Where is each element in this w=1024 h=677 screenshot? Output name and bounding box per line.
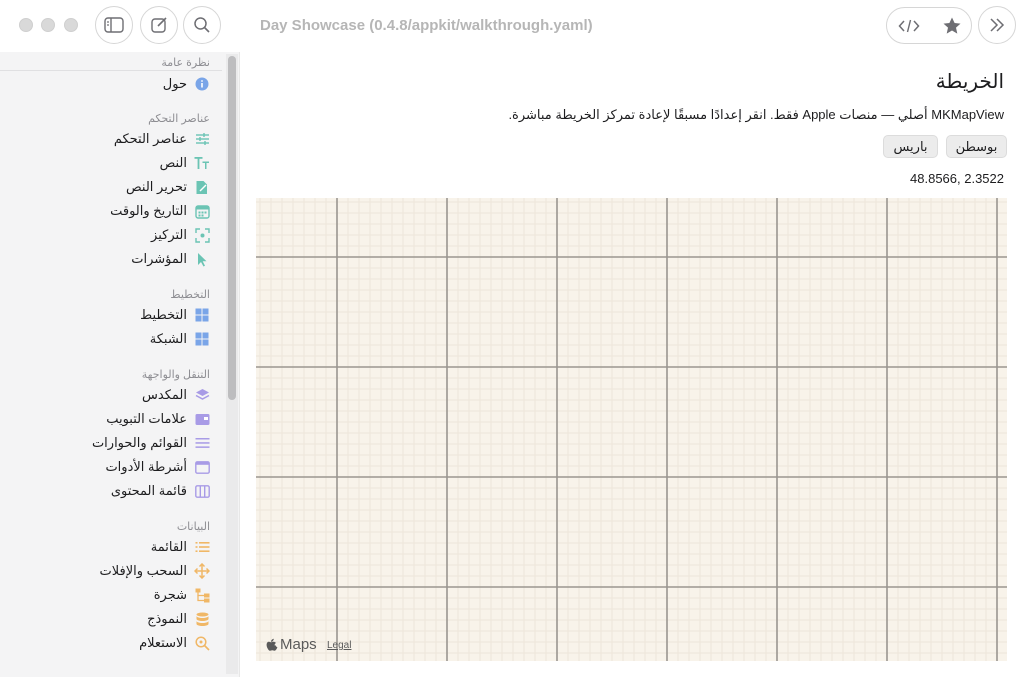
sidebar-item-menus-dialogs[interactable]: القوائم والحوارات [0, 432, 210, 454]
stack-icon [194, 387, 210, 403]
sidebar-item-label: التاريخ والوقت [110, 203, 187, 218]
sidebar-item-label: النص [159, 155, 187, 170]
preset-button-paris[interactable]: باريس [883, 135, 938, 158]
sidebar-item-tabs[interactable]: علامات التبويب [0, 408, 210, 430]
code-icon [897, 19, 920, 32]
move-icon [194, 563, 210, 579]
sidebar-item-content-list[interactable]: قائمة المحتوى [0, 480, 210, 502]
info-icon [194, 76, 210, 92]
window-title: Day Showcase (0.4.8/appkit/walkthrough.y… [260, 17, 593, 34]
map-view[interactable] [256, 198, 1007, 661]
list-icon [194, 539, 210, 555]
sidebar-divider [0, 70, 222, 71]
sidebar-item-label: السحب والإفلات [99, 563, 187, 578]
sidebar-item-model[interactable]: النموذج [0, 608, 210, 630]
map-grid [256, 198, 1007, 661]
sidebar-item-label: القوائم والحوارات [91, 435, 187, 450]
columns-icon [194, 483, 210, 499]
sidebar-item-tree[interactable]: شجرة [0, 584, 210, 606]
section-header-overview: نظرة عامة [161, 57, 210, 69]
sidebar-item-controls[interactable]: عناصر التحكم [0, 128, 210, 150]
compose-icon [151, 17, 167, 33]
sidebar-item-label: قائمة المحتوى [110, 483, 187, 498]
sidebar-item-text-edit[interactable]: تحرير النص [0, 176, 210, 198]
sidebar-item-text[interactable]: النص [0, 152, 210, 174]
sliders-icon [194, 131, 210, 147]
cursor-icon [194, 251, 210, 267]
zoom-window-button[interactable] [64, 18, 78, 32]
section-header-navigation: التنقل والواجهة [141, 369, 210, 381]
maps-logo: Maps [266, 636, 317, 653]
map-legal-link[interactable]: Legal [327, 640, 351, 651]
maps-logo-text: Maps [280, 636, 317, 653]
section-header-layout: التخطيط [170, 289, 210, 301]
menu-icon [194, 435, 210, 451]
sidebar-item-label: علامات التبويب [106, 411, 187, 426]
sidebar-item-label: التخطيط [140, 307, 187, 322]
forward-button[interactable] [978, 6, 1016, 44]
tree-icon [194, 587, 210, 603]
edit-doc-icon [194, 179, 210, 195]
search-icon [194, 17, 210, 33]
focus-icon [194, 227, 210, 243]
sidebar-item-drag-drop[interactable]: السحب والإفلات [0, 560, 210, 582]
sidebar-item-label: عناصر التحكم [113, 131, 187, 146]
sidebar-item-label: شجرة [153, 587, 187, 602]
sidebar-item-stack[interactable]: المكدس [0, 384, 210, 406]
section-header-data: البيانات [176, 521, 210, 533]
chevron-double-right-icon [990, 18, 1005, 32]
sidebar-item-query[interactable]: الاستعلام [0, 632, 210, 654]
database-icon [194, 611, 210, 627]
grid-icon [194, 331, 210, 347]
sidebar-icon [104, 17, 124, 33]
sidebar-item-label: تحرير النص [125, 179, 187, 194]
sidebar-item-pointers[interactable]: المؤشرات [0, 248, 210, 270]
query-icon [194, 635, 210, 651]
sidebar-scrollbar-thumb[interactable] [228, 56, 236, 400]
sidebar-item-toolbars[interactable]: أشرطة الأدوات [0, 456, 210, 478]
apple-logo-icon [266, 638, 278, 651]
sidebar-item-label: النموذج [147, 611, 187, 626]
sidebar-item-layout[interactable]: التخطيط [0, 304, 210, 326]
sidebar-item-label: حول [162, 76, 187, 91]
text-icon [194, 155, 210, 171]
sidebar-item-label: المؤشرات [131, 251, 187, 266]
sidebar-item-label: الاستعلام [139, 635, 187, 650]
sidebar-item-label: أشرطة الأدوات [105, 459, 187, 474]
title-bar: Day Showcase (0.4.8/appkit/walkthrough.y… [0, 0, 1024, 52]
star-icon [943, 17, 960, 34]
sidebar-item-list[interactable]: القائمة [0, 536, 210, 558]
sidebar: نظرة عامة حول عناصر التحكم عناصر التحكم … [0, 52, 240, 677]
page-description: MKMapView أصلي — منصات Apple فقط. انقر إ… [508, 107, 1004, 122]
sidebar-toggle-button[interactable] [95, 6, 133, 44]
sidebar-item-label: التركيز [151, 227, 187, 242]
sidebar-item-label: القائمة [150, 539, 187, 554]
sidebar-item-label: المكدس [142, 387, 187, 402]
sidebar-item-focus[interactable]: التركيز [0, 224, 210, 246]
layout-icon [194, 307, 210, 323]
tabs-icon [194, 411, 210, 427]
calendar-icon [194, 203, 210, 219]
toolbar-icon [194, 459, 210, 475]
sidebar-item-grid[interactable]: الشبكة [0, 328, 210, 350]
minimize-window-button[interactable] [41, 18, 55, 32]
coordinates-readout: 48.8566, 2.3522 [910, 171, 1004, 186]
preset-button-boston[interactable]: بوسطن [946, 135, 1007, 158]
sidebar-item-label: الشبكة [149, 331, 187, 346]
search-button[interactable] [183, 6, 221, 44]
section-header-controls: عناصر التحكم [148, 113, 210, 125]
code-button[interactable] [887, 8, 930, 43]
compose-button[interactable] [140, 6, 178, 44]
favorite-button[interactable] [930, 8, 973, 43]
toolbar-pill-group [886, 7, 972, 44]
sidebar-item-about[interactable]: حول [0, 73, 210, 95]
sidebar-item-date-time[interactable]: التاريخ والوقت [0, 200, 210, 222]
page-title: الخريطة [935, 71, 1004, 93]
close-window-button[interactable] [19, 18, 33, 32]
